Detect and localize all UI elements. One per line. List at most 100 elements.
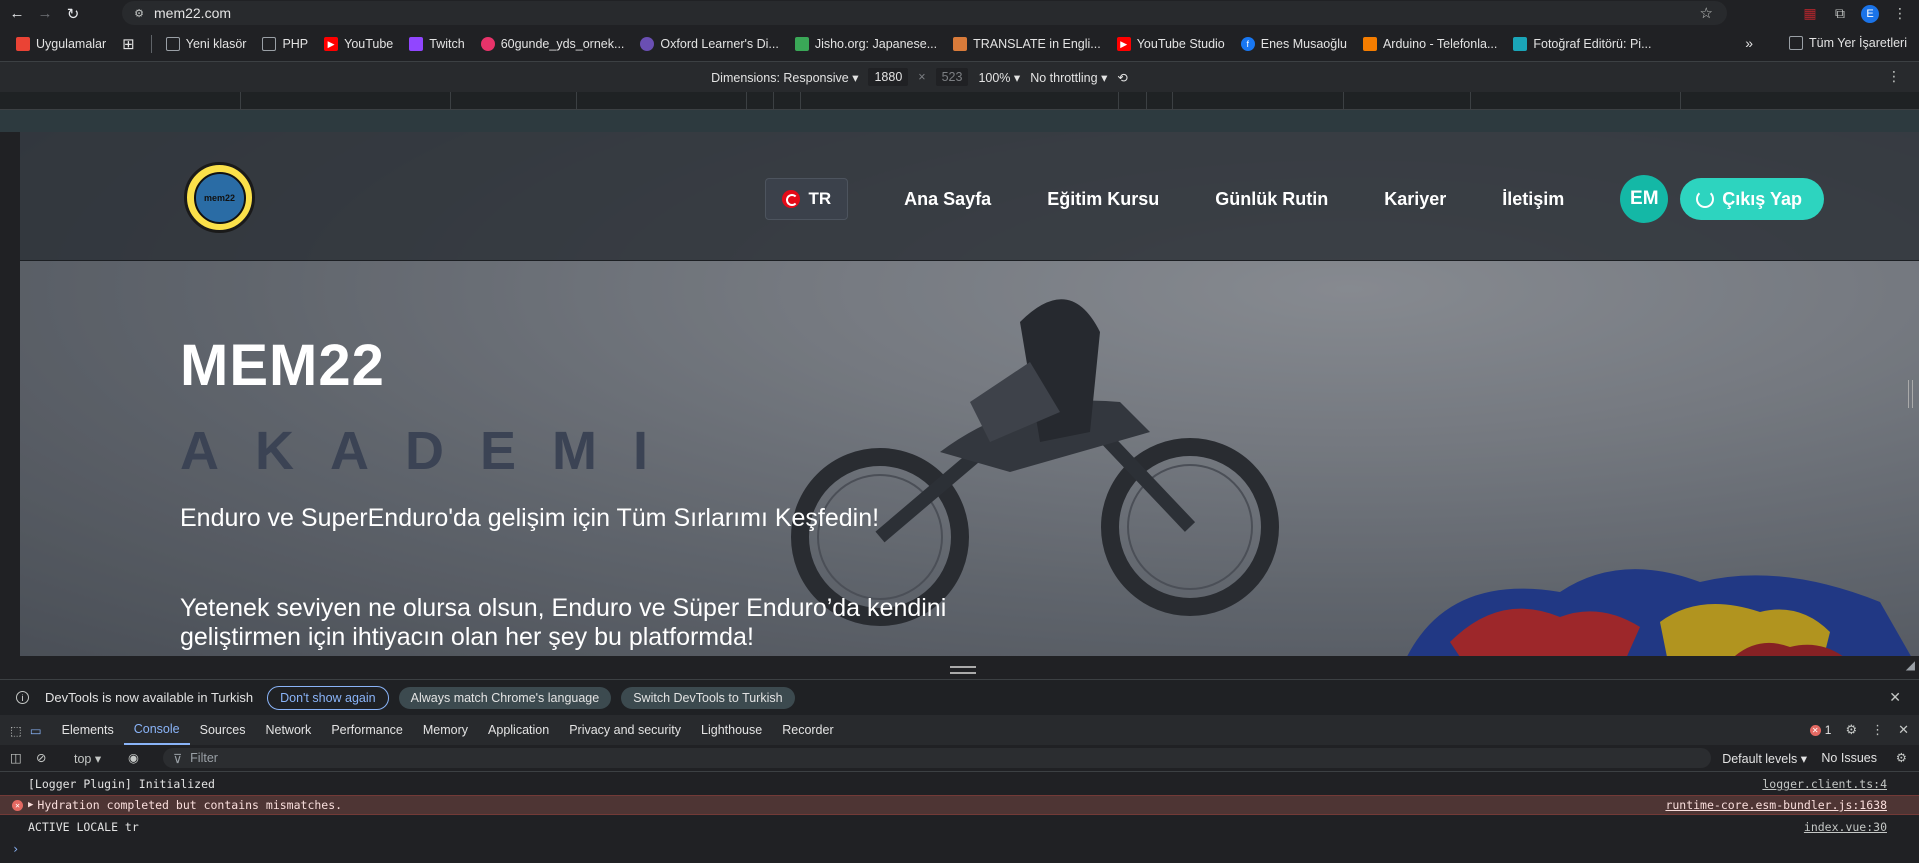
viewport-resize-handle-bottom[interactable] (950, 666, 976, 674)
tab-search-icon[interactable]: ⊞ (122, 35, 135, 53)
tab-network[interactable]: Network (255, 715, 321, 745)
tab-privacy[interactable]: Privacy and security (559, 715, 691, 745)
back-icon[interactable]: ← (6, 3, 28, 25)
bookmark-item[interactable]: f Enes Musaoğlu (1240, 37, 1347, 51)
height-input[interactable]: 523 (935, 68, 969, 86)
source-link[interactable]: index.vue:30 (1804, 820, 1887, 834)
inspect-element-icon[interactable]: ⬚ (10, 723, 22, 738)
device-toolbar: Dimensions: Responsive ▾ 1880 × 523 100%… (0, 62, 1919, 92)
bookmark-label: YouTube Studio (1136, 37, 1225, 51)
throttling-select[interactable]: No throttling ▾ (1030, 70, 1107, 85)
bookmark-folder[interactable]: Yeni klasör (165, 37, 246, 51)
tab-performance[interactable]: Performance (321, 715, 413, 745)
zoom-label: 100% (978, 70, 1011, 85)
settings-gear-icon[interactable]: ⚙ (1845, 722, 1857, 738)
width-input[interactable]: 1880 (868, 68, 909, 86)
console-prompt-icon[interactable]: › (12, 842, 19, 856)
url-text[interactable]: mem22.com (154, 5, 231, 21)
expand-triangle-icon[interactable]: ▶ (28, 800, 33, 810)
site-icon (480, 37, 495, 51)
tab-application[interactable]: Application (478, 715, 559, 745)
reload-icon[interactable]: ↻ (62, 3, 84, 25)
live-expression-eye-icon[interactable]: ◉ (128, 750, 139, 765)
message-text: Hydration completed but contains mismatc… (37, 798, 343, 812)
bookmark-item[interactable]: Oxford Learner's Di... (640, 37, 779, 51)
browser-menu-icon[interactable]: ⋮ (1891, 5, 1909, 23)
rotate-icon[interactable]: ⟲ (1117, 70, 1127, 85)
console-settings-icon[interactable]: ⚙ (1896, 750, 1907, 765)
nav-daily-routine[interactable]: Günlük Rutin (1215, 189, 1328, 210)
tab-sources[interactable]: Sources (190, 715, 256, 745)
dimensions-label: Dimensions: Responsive (711, 70, 849, 85)
apps-grid-icon (16, 37, 30, 51)
clear-console-icon[interactable]: ⊘ (36, 750, 46, 765)
dont-show-again-button[interactable]: Don't show again (267, 685, 389, 710)
extensions-puzzle-icon[interactable]: ⧉ (1831, 5, 1849, 23)
language-switcher[interactable]: TR (765, 178, 849, 220)
console-output: [Logger Plugin] Initialized logger.clien… (0, 772, 1919, 863)
address-bar[interactable]: ⚙ mem22.com ☆ (122, 1, 1727, 25)
bookmark-folder[interactable]: PHP (262, 37, 308, 51)
nav-career[interactable]: Kariyer (1384, 189, 1446, 210)
language-label: TR (808, 189, 832, 208)
bookmark-item[interactable]: Jisho.org: Japanese... (794, 37, 937, 51)
bookmark-item[interactable]: ▶ YouTube Studio (1116, 37, 1225, 51)
media-query-ruler[interactable] (0, 92, 1919, 110)
bookmark-item[interactable]: TRANSLATE in Engli... (953, 37, 1101, 51)
hero-subtitle: AKADEMI (180, 421, 684, 481)
close-devtools-icon[interactable]: ✕ (1898, 722, 1909, 738)
issues-label[interactable]: No Issues (1821, 751, 1877, 765)
levels-label: Default levels (1722, 752, 1798, 766)
zoom-select[interactable]: 100% ▾ (978, 70, 1020, 85)
tab-elements[interactable]: Elements (52, 715, 124, 745)
site-info-icon[interactable]: ⚙ (132, 6, 146, 20)
chevron-more-icon[interactable]: » (1745, 35, 1753, 51)
devtools-tabbar: ⬚ ▭ Elements Console Sources Network Per… (0, 715, 1919, 745)
bookmark-item[interactable]: Arduino - Telefonla... (1362, 37, 1497, 51)
site-icon (1513, 37, 1528, 51)
bookmark-item[interactable]: Twitch (409, 37, 465, 51)
bookmark-apps[interactable]: Uygulamalar (16, 37, 106, 51)
match-language-button[interactable]: Always match Chrome's language (398, 686, 612, 709)
log-levels-select[interactable]: Default levels ▾ (1722, 751, 1807, 766)
viewport-resize-handle-right[interactable] (1908, 380, 1913, 408)
tab-lighthouse[interactable]: Lighthouse (691, 715, 772, 745)
nav-contact[interactable]: İletişim (1502, 189, 1564, 210)
context-select[interactable]: top ▾ (74, 751, 101, 766)
error-icon: ✕ (12, 799, 23, 811)
extension-icon[interactable]: ▦ (1801, 5, 1819, 23)
tab-console[interactable]: Console (123, 715, 190, 745)
notice-text: DevTools is now available in Turkish (45, 690, 254, 705)
bookmark-item[interactable]: Fotoğraf Editörü: Pi... (1513, 37, 1651, 51)
power-icon (1696, 190, 1715, 208)
bookmark-item[interactable]: 60gunde_yds_ornek... (480, 37, 624, 51)
bookmark-item[interactable]: ▶ YouTube (324, 37, 393, 51)
devtools-more-icon[interactable]: ⋮ (1871, 722, 1884, 738)
nav-course[interactable]: Eğitim Kursu (1047, 189, 1159, 210)
error-count: 1 (1824, 723, 1832, 737)
profile-avatar[interactable]: E (1861, 4, 1879, 23)
error-counter[interactable]: ✕ 1 (1809, 723, 1832, 737)
device-more-icon[interactable]: ⋮ (1887, 68, 1901, 85)
dimensions-select[interactable]: Dimensions: Responsive ▾ (711, 70, 858, 85)
device-toggle-icon[interactable]: ▭ (30, 723, 42, 738)
console-filter-input[interactable]: ⊽ Filter (163, 748, 1711, 768)
switch-language-button[interactable]: Switch DevTools to Turkish (621, 686, 795, 709)
message-text: [Logger Plugin] Initialized (28, 777, 215, 791)
user-avatar[interactable]: EM (1620, 175, 1669, 223)
site-logo[interactable]: mem22 (184, 162, 255, 233)
sidebar-toggle-icon[interactable]: ◫ (10, 750, 22, 765)
bookmark-star-icon[interactable]: ☆ (1700, 4, 1713, 22)
source-link[interactable]: runtime-core.esm-bundler.js:1638 (1665, 798, 1887, 812)
logout-button[interactable]: Çıkış Yap (1680, 178, 1824, 220)
forward-icon[interactable]: → (34, 3, 56, 25)
bookmark-label: Oxford Learner's Di... (660, 37, 779, 51)
tab-memory[interactable]: Memory (413, 715, 478, 745)
folder-icon (1789, 36, 1804, 50)
source-link[interactable]: logger.client.ts:4 (1762, 777, 1887, 791)
close-notice-icon[interactable]: ✕ (1889, 689, 1901, 706)
all-bookmarks[interactable]: Tüm Yer İşaretleri (1789, 36, 1907, 50)
nav-home[interactable]: Ana Sayfa (904, 189, 991, 210)
resize-corner-icon[interactable]: ◢ (1906, 658, 1915, 672)
tab-recorder[interactable]: Recorder (772, 715, 843, 745)
